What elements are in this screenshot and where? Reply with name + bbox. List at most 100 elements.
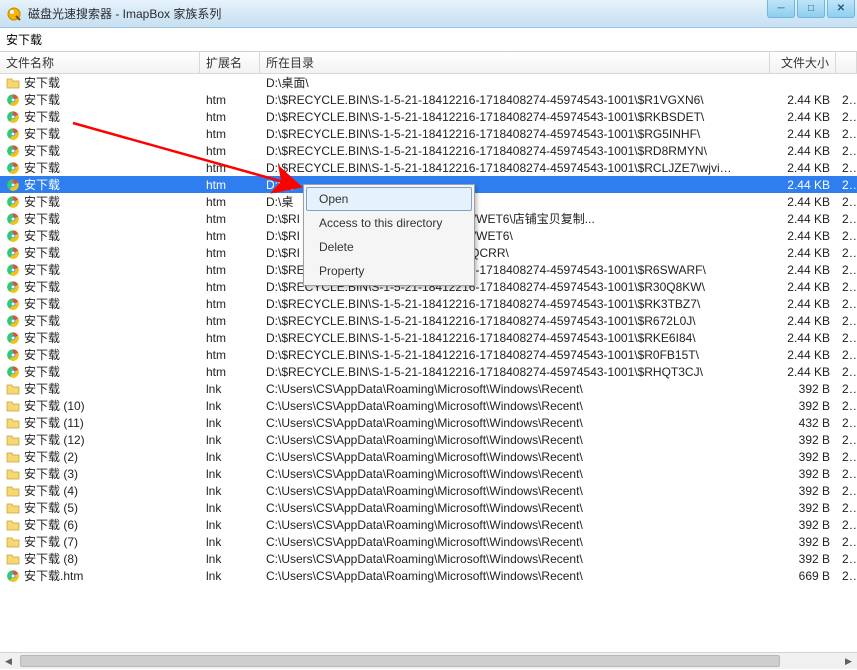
cell-date: 20 [836,161,857,175]
column-header-date[interactable] [836,52,857,73]
cell-date: 20 [836,518,857,532]
cell-size: 2.44 KB [740,246,836,260]
folder-icon [6,76,20,90]
cell-size: 392 B [740,382,836,396]
cell-size: 392 B [740,399,836,413]
cell-ext: htm [200,93,260,107]
table-row[interactable]: 安下载htmD:\$RECYCLE.BIN\S-1-5-21-18412216-… [0,363,857,380]
horizontal-scrollbar[interactable]: ◀ ▶ [0,652,857,669]
table-row[interactable]: 安下载htmD:\$RECYCLE.BIN\S-1-5-21-18412216-… [0,346,857,363]
table-row[interactable]: 安下载htmD:\$RECYCLE.BIN\S-1-5-21-18412216-… [0,159,857,176]
file-name-label: 安下载 [24,312,60,329]
cell-directory: C:\Users\CS\AppData\Roaming\Microsoft\Wi… [260,433,740,447]
cell-date: 20 [836,110,857,124]
table-row[interactable]: 安下载 (4)lnkC:\Users\CS\AppData\Roaming\Mi… [0,482,857,499]
table-row[interactable]: 安下载 (3)lnkC:\Users\CS\AppData\Roaming\Mi… [0,465,857,482]
table-row[interactable]: 安下载 (10)lnkC:\Users\CS\AppData\Roaming\M… [0,397,857,414]
file-name-label: 安下载 [24,176,60,193]
file-name-label: 安下载 [24,329,60,346]
column-header-name[interactable]: 文件名称 [0,52,200,73]
table-row[interactable]: 安下载 (8)lnkC:\Users\CS\AppData\Roaming\Mi… [0,550,857,567]
file-name-label: 安下载 [24,380,60,397]
maximize-button[interactable]: □ [797,0,825,18]
column-header-size[interactable]: 文件大小 [770,52,836,73]
table-row[interactable]: 安下载 (11)lnkC:\Users\CS\AppData\Roaming\M… [0,414,857,431]
cell-directory: C:\Users\CS\AppData\Roaming\Microsoft\Wi… [260,416,740,430]
table-row[interactable]: 安下载htmD:\$RECYCLE.BIN\S-1-5-21-18412216-… [0,312,857,329]
cell-directory: C:\Users\CS\AppData\Roaming\Microsoft\Wi… [260,518,740,532]
htm-file-icon [6,365,20,379]
menu-item-delete[interactable]: Delete [306,235,472,259]
cell-ext: htm [200,195,260,209]
cell-directory: D:\$RECYCLE.BIN\S-1-5-21-18412216-171840… [260,348,740,362]
table-row[interactable]: 安下载 (5)lnkC:\Users\CS\AppData\Roaming\Mi… [0,499,857,516]
search-input[interactable] [6,33,306,47]
scroll-left-icon[interactable]: ◀ [0,653,17,670]
file-name-label: 安下载 (2) [24,448,78,465]
cell-name: 安下载 [0,125,200,142]
table-row[interactable]: 安下载lnkC:\Users\CS\AppData\Roaming\Micros… [0,380,857,397]
file-name-label: 安下载 (12) [24,431,85,448]
cell-ext: htm [200,365,260,379]
table-row[interactable]: 安下载htmD:\$RECYCLE.BIN\S-1-5-21-18412216-… [0,91,857,108]
cell-directory: D:\$RECYCLE.BIN\S-1-5-21-18412216-171840… [260,365,740,379]
table-row[interactable]: 安下载 (2)lnkC:\Users\CS\AppData\Roaming\Mi… [0,448,857,465]
folder-icon [6,552,20,566]
cell-size: 2.44 KB [740,161,836,175]
cell-directory: C:\Users\CS\AppData\Roaming\Microsoft\Wi… [260,501,740,515]
menu-item-open[interactable]: Open [306,187,472,211]
file-name-label: 安下载 (6) [24,516,78,533]
table-row[interactable]: 安下载htmD:\$RECYCLE.BIN\S-1-5-21-18412216-… [0,108,857,125]
cell-directory: D:\$RECYCLE.BIN\S-1-5-21-18412216-171840… [260,297,740,311]
table-row[interactable]: 安下载htmD:\$RECYCLE.BIN\S-1-5-21-18412216-… [0,329,857,346]
table-row[interactable]: 安下载D:\桌面\ [0,74,857,91]
htm-file-icon [6,246,20,260]
htm-file-icon [6,348,20,362]
htm-file-icon [6,161,20,175]
cell-ext: htm [200,314,260,328]
file-name-label: 安下载 [24,346,60,363]
cell-size: 2.44 KB [740,178,836,192]
file-name-label: 安下载 [24,142,60,159]
column-header-dir[interactable]: 所在目录 [260,52,770,73]
window-controls: ─ □ ✕ [767,0,855,18]
file-name-label: 安下载 [24,227,60,244]
column-header-ext[interactable]: 扩展名 [200,52,260,73]
cell-size: 2.44 KB [740,263,836,277]
scroll-right-icon[interactable]: ▶ [840,653,857,670]
table-row[interactable]: 安下载.htmlnkC:\Users\CS\AppData\Roaming\Mi… [0,567,857,584]
cell-date: 20 [836,212,857,226]
htm-file-icon [6,280,20,294]
table-row[interactable]: 安下载 (12) lnkC:\Users\CS\AppData\Roaming\M… [0,431,857,448]
cell-date: 20 [836,93,857,107]
scroll-thumb[interactable] [20,655,780,667]
cell-date: 20 [836,433,857,447]
cell-date: 20 [836,246,857,260]
cell-date: 20 [836,229,857,243]
cell-directory: D:\$RECYCLE.BIN\S-1-5-21-18412216-171840… [260,110,740,124]
table-row[interactable]: 安下载 (6)lnkC:\Users\CS\AppData\Roaming\Mi… [0,516,857,533]
cell-directory: C:\Users\CS\AppData\Roaming\Microsoft\Wi… [260,382,740,396]
table-row[interactable]: 安下载 (7)lnkC:\Users\CS\AppData\Roaming\Mi… [0,533,857,550]
file-name-label: 安下载 [24,295,60,312]
cell-ext: lnk [200,416,260,430]
cell-name: 安下载 [0,261,200,278]
minimize-button[interactable]: ─ [767,0,795,18]
menu-item-access-directory[interactable]: Access to this directory [306,211,472,235]
htm-file-icon [6,229,20,243]
menu-item-property[interactable]: Property [306,259,472,283]
cell-name: 安下载 (10) [0,397,200,414]
cell-name: 安下载 [0,363,200,380]
htm-file-icon [6,263,20,277]
cell-name: 安下载 [0,244,200,261]
title-bar[interactable]: 磁盘光速搜索器 - ImapBox 家族系列 ─ □ ✕ [0,0,857,28]
folder-icon [6,484,20,498]
cell-ext: lnk [200,433,260,447]
table-row[interactable]: 安下载htmD:\$RECYCLE.BIN\S-1-5-21-18412216-… [0,295,857,312]
close-button[interactable]: ✕ [827,0,855,18]
folder-icon [6,416,20,430]
file-name-label: 安下载 [24,125,60,142]
cell-name: 安下载 (2) [0,448,200,465]
table-row[interactable]: 安下载htmD:\$RECYCLE.BIN\S-1-5-21-18412216-… [0,125,857,142]
table-row[interactable]: 安下载htmD:\$RECYCLE.BIN\S-1-5-21-18412216-… [0,142,857,159]
